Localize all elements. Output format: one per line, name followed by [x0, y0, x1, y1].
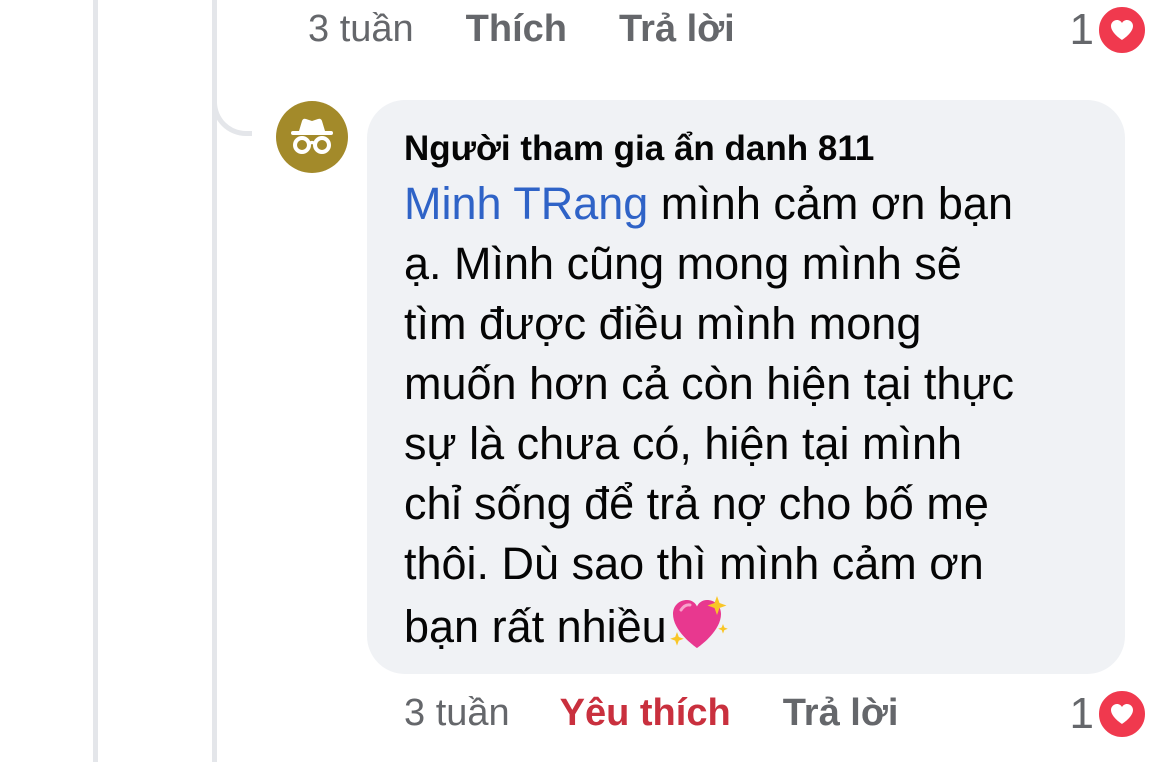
mention-link[interactable]: Minh TRang — [404, 178, 648, 229]
comment-line: ạ. Mình cũng mong mình sẽ — [404, 238, 962, 289]
comment-actions: 3 tuần Yêu thích Trả lời — [404, 692, 898, 735]
reaction-count: 1 — [1069, 5, 1094, 54]
comment-thread: 3 tuần Thích Trả lời 1 Người tham gia ẩn… — [0, 0, 1170, 762]
previous-comment-actions: 3 tuần Thích Trả lời — [308, 8, 735, 51]
heart-icon — [1096, 4, 1148, 56]
comment-time[interactable]: 3 tuần — [308, 8, 414, 51]
like-button[interactable]: Thích — [466, 8, 567, 51]
comment-line-text: bạn rất nhiều — [404, 601, 667, 652]
comment-line: tìm được điều mình mong — [404, 298, 922, 349]
comment-line-text: mình cảm ơn bạn — [648, 178, 1013, 229]
reply-button[interactable]: Trả lời — [783, 692, 899, 735]
reaction-summary[interactable]: 1 — [1070, 4, 1148, 56]
reply-connector — [212, 60, 252, 136]
comment-line: thôi. Dù sao thì mình cảm ơn — [404, 538, 984, 589]
anonymous-incognito-icon — [291, 118, 333, 154]
reply-button[interactable]: Trả lời — [619, 8, 735, 51]
reaction-count: 1 — [1069, 689, 1094, 738]
anonymous-avatar[interactable] — [276, 101, 348, 173]
comment-line: chỉ sống để trả nợ cho bố mẹ — [404, 478, 989, 529]
heart-icon — [1096, 688, 1148, 740]
reaction-summary[interactable]: 1 — [1070, 688, 1148, 740]
thread-line — [93, 0, 98, 762]
comment-line: Minh TRang mình cảm ơn bạn — [404, 174, 1095, 234]
comment-time[interactable]: 3 tuần — [404, 692, 510, 735]
love-reaction-button[interactable]: Yêu thích — [560, 692, 731, 735]
comment-line: sự là chưa có, hiện tại mình — [404, 418, 963, 469]
comment-text: Minh TRang mình cảm ơn bạn ạ. Mình cũng … — [404, 174, 1095, 657]
comment-line: bạn rất nhiều — [404, 594, 1095, 657]
comment-author[interactable]: Người tham gia ẩn danh 811 — [404, 128, 1095, 170]
comment-line: muốn hơn cả còn hiện tại thực — [404, 358, 1014, 409]
comment-bubble[interactable]: Người tham gia ẩn danh 811 Minh TRang mì… — [367, 100, 1125, 674]
sparkling-heart-emoji — [669, 596, 728, 648]
